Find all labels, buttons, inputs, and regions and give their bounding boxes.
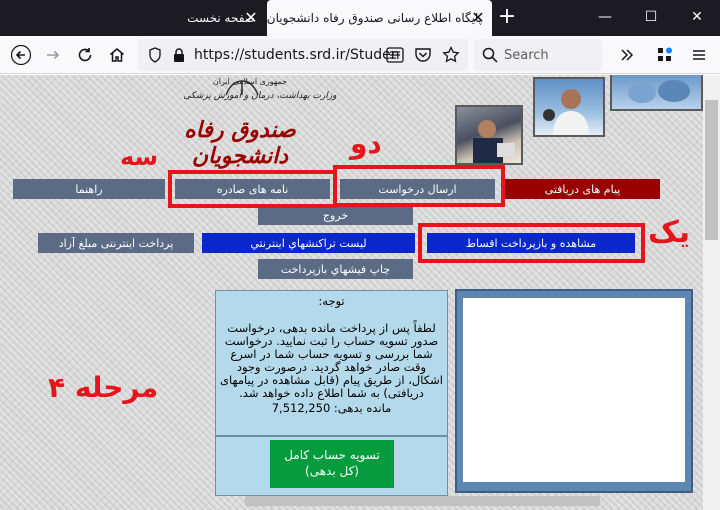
url-text: https://students.srd.ir/Studen <box>194 47 400 63</box>
content-frame <box>455 289 693 493</box>
annotation-label-two: دو <box>350 127 382 160</box>
print-repayment-receipts-button[interactable]: چاپ فيشهاي بازپرداخت <box>258 259 413 279</box>
home-button[interactable] <box>104 42 130 68</box>
reload-icon <box>78 48 92 62</box>
search-input[interactable]: Search <box>474 39 602 71</box>
back-button[interactable] <box>8 42 34 68</box>
student-lab-image <box>473 120 515 163</box>
student-doctor-image <box>543 89 589 135</box>
header-photo-lab <box>455 105 523 165</box>
search-icon <box>482 47 498 63</box>
balance-label: مانده بدهی: <box>333 401 392 415</box>
tab-bar: صفحه نخست ✕ پایگاه اطلاع رسانی صندوق رفا… <box>0 0 720 36</box>
balance-row: مانده بدهی: 7,512,250 <box>220 402 443 415</box>
online-payment-free-amount-button[interactable]: پرداخت اینترنتی مبلغ آزاد <box>38 233 194 253</box>
home-icon <box>110 48 124 62</box>
notice-heading: توجه: <box>318 294 345 308</box>
forward-arrow-icon <box>47 50 60 60</box>
extensions-button[interactable] <box>652 42 678 68</box>
annotation-box-one <box>418 223 645 263</box>
notice-panel: توجه: لطفاً پس از پرداخت مانده بدهی، درخ… <box>215 290 448 436</box>
horizontal-scrollbar-thumb[interactable] <box>245 496 600 506</box>
navigation-toolbar: https://students.srd.ir/Studen Search <box>0 36 720 74</box>
annotation-label-step4: مرحله ۴ <box>48 371 159 404</box>
forward-button[interactable] <box>40 42 66 68</box>
content-frame-blank <box>463 298 685 482</box>
close-icon[interactable]: ✕ <box>243 10 259 26</box>
url-bar[interactable]: https://students.srd.ir/Studen <box>138 39 468 71</box>
annotation-label-three: سه <box>120 143 159 171</box>
balance-value: 7,512,250 <box>271 401 331 415</box>
shield-icon[interactable] <box>148 47 162 63</box>
back-arrow-icon <box>11 45 31 65</box>
page-title: صندوق رفاه دانشجویان <box>184 117 296 169</box>
page-content: جمهوری اسلامی ایران وزارت بهداشت، درمان … <box>0 75 703 510</box>
annotation-box-three <box>168 170 337 208</box>
close-window-button[interactable]: ✕ <box>674 0 720 36</box>
extensions-icon <box>658 47 672 61</box>
double-chevron-icon <box>621 49 634 61</box>
annotation-box-two <box>333 165 505 207</box>
hamburger-menu-icon <box>693 50 705 60</box>
new-tab-button[interactable]: + <box>495 6 519 30</box>
reader-view-icon[interactable] <box>386 47 404 63</box>
annotation-label-one: یک <box>648 215 690 250</box>
guide-button[interactable]: راهنما <box>13 179 165 199</box>
pocket-icon[interactable] <box>414 47 432 63</box>
surgery-team-image <box>628 80 690 103</box>
vertical-scrollbar-thumb[interactable] <box>705 100 718 240</box>
ministry-line2: وزارت بهداشت، درمان و آموزش پزشکی <box>183 91 337 101</box>
full-settlement-button[interactable]: تسویه حساب کامل (کل بدهی) <box>270 440 394 488</box>
received-messages-button[interactable]: پیام های دریافتی <box>505 179 660 199</box>
header-photo-surgery <box>610 75 703 111</box>
settle-line2: (کل بدهی) <box>305 464 359 478</box>
lock-icon[interactable] <box>172 47 186 63</box>
ministry-line1: جمهوری اسلامی ایران <box>212 77 288 86</box>
notice-body: لطفاً پس از پرداخت مانده بدهی، درخواست ص… <box>220 321 443 400</box>
reload-button[interactable] <box>72 42 98 68</box>
bookmark-star-icon[interactable] <box>442 46 460 64</box>
menu-button[interactable] <box>686 42 712 68</box>
tab-home[interactable]: صفحه نخست ✕ <box>40 0 265 36</box>
online-transactions-list-button[interactable]: ليست تراكنشهاي اينترنتي <box>202 233 415 253</box>
search-placeholder: Search <box>504 47 549 63</box>
close-icon[interactable]: ✕ <box>470 10 486 26</box>
tab-srd-portal[interactable]: پایگاه اطلاع رسانی صندوق رفاه دانشجویان … <box>267 0 492 36</box>
tab-title: صفحه نخست <box>187 11 255 25</box>
maximize-button[interactable]: ☐ <box>628 0 674 36</box>
settle-line1: تسویه حساب کامل <box>284 448 380 462</box>
tab-title: پایگاه اطلاع رسانی صندوق رفاه دانشجویان <box>267 11 482 25</box>
logout-button[interactable]: خروج <box>258 205 413 225</box>
header-photo-doctor <box>533 77 605 137</box>
overflow-chevron-button[interactable] <box>614 42 640 68</box>
minimize-button[interactable]: — <box>582 0 628 36</box>
